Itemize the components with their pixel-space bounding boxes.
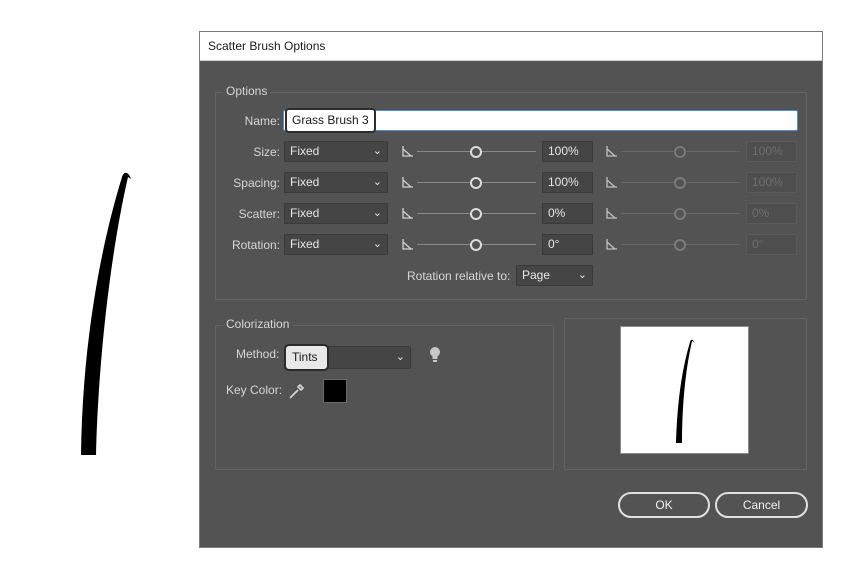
size-max-slider — [605, 144, 740, 160]
chevron-down-icon: ⌄ — [372, 176, 382, 188]
spacing-max-field: 100% — [746, 172, 797, 193]
variation-arrow-icon — [606, 146, 617, 157]
ok-button[interactable]: OK — [618, 492, 710, 518]
variation-arrow-icon — [606, 177, 617, 188]
scatter-method-value: Fixed — [290, 206, 320, 220]
variation-arrow-icon — [606, 239, 617, 250]
colorization-group-title: Colorization — [223, 317, 293, 331]
scatter-slider-knob[interactable] — [470, 208, 482, 220]
chevron-down-icon: ⌄ — [577, 269, 587, 281]
size-max-field: 100% — [746, 141, 797, 162]
cancel-button[interactable]: Cancel — [715, 492, 808, 518]
rotation-max-field: 0° — [746, 234, 797, 255]
name-value: Grass Brush 3 — [285, 108, 376, 133]
variation-arrow-icon — [402, 208, 413, 219]
variation-arrow-icon — [402, 146, 413, 157]
lightbulb-icon[interactable] — [428, 346, 442, 364]
rotation-slider[interactable] — [401, 237, 536, 253]
rotation-relative-label: Rotation relative to: — [407, 269, 511, 283]
size-slider-knob[interactable] — [470, 146, 482, 158]
variation-arrow-icon — [402, 177, 413, 188]
rotation-value-field[interactable]: 0° — [542, 234, 593, 255]
scatter-max-field: 0% — [746, 203, 797, 224]
name-field[interactable]: Grass Brush 3 — [283, 108, 798, 133]
chevron-down-icon: ⌄ — [372, 207, 382, 219]
scatter-method-select[interactable]: Fixed ⌄ — [284, 203, 388, 224]
name-label: Name: — [244, 114, 280, 128]
spacing-value-field[interactable]: 100% — [542, 172, 593, 193]
rotation-relative-select[interactable]: Page ⌄ — [516, 265, 593, 286]
artboard-brush-stroke — [81, 172, 131, 455]
options-group-title: Options — [223, 84, 271, 98]
rotation-max-slider — [605, 237, 740, 253]
size-label: Size: — [253, 145, 280, 159]
method-label: Method: — [236, 347, 280, 361]
scatter-label: Scatter: — [238, 207, 280, 221]
brush-preview — [620, 326, 749, 454]
spacing-label: Spacing: — [233, 176, 280, 190]
spacing-max-slider — [605, 175, 740, 191]
rotation-relative-value: Page — [522, 268, 551, 282]
chevron-down-icon: ⌄ — [395, 351, 405, 363]
size-method-value: Fixed — [290, 144, 320, 158]
key-color-label: Key Color: — [226, 383, 283, 397]
chevron-down-icon: ⌄ — [372, 238, 382, 250]
method-select[interactable]: Tints ⌄ — [284, 344, 411, 371]
rotation-slider-knob[interactable] — [470, 239, 482, 251]
spacing-method-select[interactable]: Fixed ⌄ — [284, 172, 388, 193]
variation-arrow-icon — [606, 208, 617, 219]
eyedropper-icon[interactable] — [288, 382, 306, 400]
spacing-method-value: Fixed — [290, 175, 320, 189]
scatter-brush-options-dialog: Scatter Brush Options Options Name: Gras… — [199, 31, 823, 548]
size-slider[interactable] — [401, 144, 536, 160]
rotation-method-select[interactable]: Fixed ⌄ — [284, 234, 388, 255]
method-value: Tints — [284, 344, 329, 371]
variation-arrow-icon — [402, 239, 413, 250]
chevron-down-icon: ⌄ — [372, 145, 382, 157]
size-value-field[interactable]: 100% — [542, 141, 593, 162]
dialog-title: Scatter Brush Options — [200, 32, 822, 61]
spacing-slider-knob[interactable] — [470, 177, 482, 189]
size-method-select[interactable]: Fixed ⌄ — [284, 141, 388, 162]
rotation-method-value: Fixed — [290, 237, 320, 251]
rotation-label: Rotation: — [231, 238, 280, 252]
spacing-slider[interactable] — [401, 175, 536, 191]
key-color-swatch[interactable] — [323, 379, 347, 403]
scatter-slider[interactable] — [401, 206, 536, 222]
scatter-max-slider — [605, 206, 740, 222]
preview-brush-stroke — [676, 339, 694, 443]
scatter-value-field[interactable]: 0% — [542, 203, 593, 224]
